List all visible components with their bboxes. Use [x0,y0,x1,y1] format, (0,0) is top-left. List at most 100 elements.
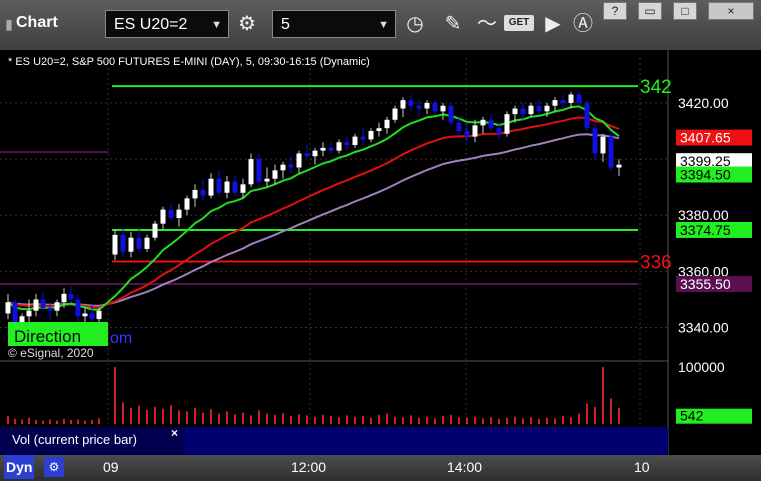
candle [600,136,606,154]
candle [208,178,214,196]
candle [360,136,366,140]
candle [54,302,60,311]
candle [560,100,566,103]
alert-icon[interactable]: Ⓐ [570,11,596,37]
study-icon[interactable]: 〜 [474,11,500,37]
candle [296,153,302,168]
clock-icon[interactable]: ◷ [402,11,428,37]
candle [288,164,294,168]
play-icon[interactable]: ▶ [540,11,566,37]
candle [608,136,614,168]
candle [248,159,254,185]
volume-legend-bar [184,427,668,455]
candle [312,150,318,157]
get-data-button[interactable]: GET [504,15,534,31]
chart-title: Chart [16,14,58,31]
volume-tick-label: 100000 [678,359,725,375]
level-label: 336 [640,253,672,274]
price-badge-label: 3374.75 [680,222,731,238]
volume-badge-label: 542 [680,408,704,424]
candle [82,313,88,317]
candle [112,234,118,255]
time-axis-bar: Dyn ⚙ 09 12:00 14:00 10 [0,455,761,481]
candle [352,136,358,146]
pencil-icon[interactable]: ✎ [440,11,466,37]
x-tick-label: 14:00 [447,459,483,475]
candle [240,184,246,193]
candle [576,94,582,103]
level-label: 342 [640,77,672,98]
candle [336,142,342,151]
watermark-link: om [110,330,133,347]
candle [472,125,478,137]
candle [96,310,102,320]
x-tick-label: 09 [103,459,119,475]
candle [47,307,53,311]
candle [168,209,174,219]
candle [75,299,81,317]
dyn-label: Dyn [4,455,35,479]
close-button[interactable]: × [708,2,754,20]
candle [328,147,334,151]
interval-selector[interactable]: 5 ▼ [272,10,396,38]
candle [192,189,198,199]
copyright: © eSignal, 2020 [8,346,94,360]
x-tick-label: 10 [634,459,650,475]
settings-icon[interactable]: ⚙ [44,457,64,477]
volume-close-button[interactable]: × [171,426,178,440]
candle [61,293,67,303]
watermark-text: Direction [14,327,82,346]
candle [160,209,166,224]
candle [5,302,11,314]
candle [536,105,542,112]
candle [68,293,74,300]
candle [488,119,494,129]
candle [344,142,350,146]
candle [392,108,398,120]
candle [416,105,422,109]
symbol-selector[interactable]: ES U20=2 ▼ [105,10,229,38]
gear-icon[interactable]: ⚙ [234,11,260,37]
candle [424,102,430,109]
candle [504,114,510,134]
candle [528,105,534,115]
candle [592,128,598,154]
candle [368,130,374,140]
restore-button[interactable]: ▭ [638,2,662,20]
candle [376,128,382,131]
candle [448,105,454,123]
candle [544,105,550,112]
maximize-button[interactable]: □ [673,2,697,20]
candle [512,108,518,115]
candle [520,108,526,115]
candle [224,181,230,193]
chevron-down-icon: ▼ [211,19,222,31]
help-button[interactable]: ? [603,2,627,20]
candle [232,181,238,193]
candle [176,209,182,219]
symbol-value: ES U20=2 [114,16,188,33]
price-badge-label: 3394.50 [680,167,731,183]
candle [464,130,470,137]
price-chart[interactable]: 3423363420.003400.003380.003360.003340.0… [0,50,761,455]
chevron-down-icon: ▼ [378,19,389,31]
candle [136,237,142,249]
candle [384,119,390,129]
candle [480,119,486,126]
candle [320,147,326,151]
x-tick-label: 12:00 [291,459,327,475]
candle [144,237,150,249]
candle [26,310,32,317]
y-tick-label: 3420.00 [678,95,729,111]
candle [616,164,622,168]
candle [184,198,190,210]
interval-value: 5 [281,16,290,33]
candle [280,164,286,171]
y-tick-label: 3340.00 [678,320,729,336]
y-tick-label: 3380.00 [678,207,729,223]
chart-app-icon: ▮ [5,16,13,32]
volume-panel-label: Vol (current price bar) [12,432,137,447]
candle [440,105,446,112]
candle [200,189,206,196]
candle [33,299,39,311]
